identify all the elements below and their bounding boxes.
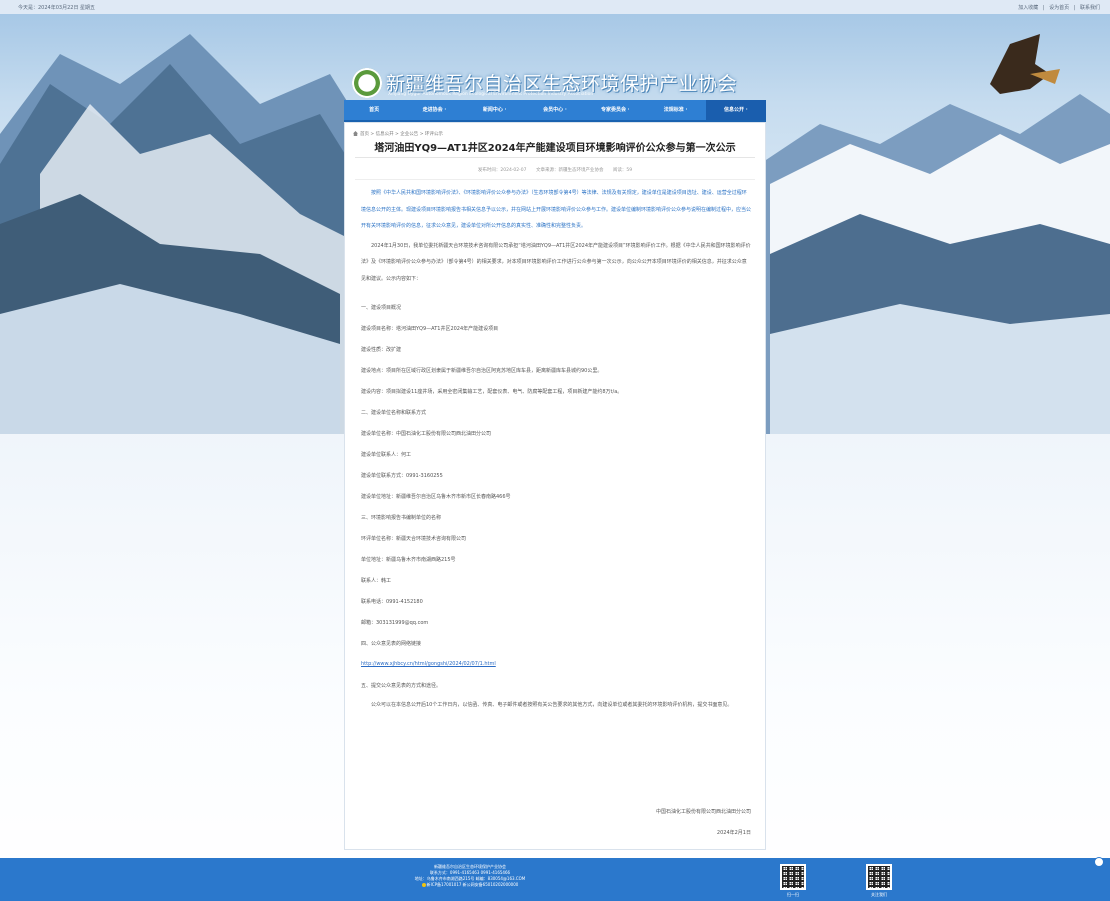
eagle-image <box>990 34 1060 94</box>
today-date: 今天是：2024年03月22日 星期五 <box>18 5 96 11</box>
site-footer: 新疆维吾尔自治区生态环境保护产业协会 联系方式：0991-4165463 099… <box>0 858 1110 901</box>
bookmark-link[interactable]: 加入收藏 <box>1018 5 1038 11</box>
contact-link[interactable]: 联系我们 <box>1080 5 1100 11</box>
separator: | <box>1073 5 1076 11</box>
site-subtitle: Xinjiang Uygur Autonomous Region Ecologi… <box>388 92 594 97</box>
paragraph: 公众可以在本信息公开后10个工作日内，以信函、传真、电子邮件或者按照有关公告要求… <box>371 702 733 708</box>
association-emblem-icon <box>352 68 382 98</box>
qr-label: 关注我们 <box>871 892 887 897</box>
text-line: 建设单位联系人：何工 <box>361 452 412 458</box>
qr-label: 扫一扫 <box>787 892 799 897</box>
float-service-icon[interactable] <box>1094 857 1104 867</box>
nav-news[interactable]: 新闻中心 · <box>465 100 525 120</box>
nav-home[interactable]: 首页 <box>344 100 404 120</box>
signature-date: 2024年2月1日 <box>716 830 751 836</box>
text-line: 建设性质：改扩建 <box>361 347 402 353</box>
nav-regulations[interactable]: 法规标准 · <box>645 100 705 120</box>
qr-code-icon <box>780 864 806 890</box>
section-heading: 五、提交公众意见表的方式和途径。 <box>361 683 442 689</box>
footer-info: 新疆维吾尔自治区生态环境保护产业协会 联系方式：0991-4165463 099… <box>380 864 560 888</box>
set-homepage-link[interactable]: 设为首页 <box>1049 5 1069 11</box>
qr-code-icon <box>866 864 892 890</box>
text-line: 建设单位联系方式：0991-3160255 <box>361 473 443 479</box>
text-line: 建设项目名称：塔河油田YQ9—AT1井区2024年产能建设项目 <box>361 326 499 332</box>
nav-info-disclosure[interactable]: 信息公开 · <box>705 100 766 120</box>
section-heading: 三、环境影响报告书编制单位的名称 <box>361 515 442 521</box>
signature-org: 中国石油化工股份有限公司西北油田分公司 <box>655 809 751 815</box>
text-line: 建设单位地址：新疆维吾尔自治区乌鲁木齐市新市区长春南路466号 <box>361 494 511 500</box>
main-nav: 首页 走进协会 · 新闻中心 · 会员中心 · 专家委员会 · 法规标准 · 信… <box>344 100 766 122</box>
article-lines: 一、建设项目概况 建设项目名称：塔河油田YQ9—AT1井区2024年产能建设项目… <box>361 123 751 851</box>
top-bar: 今天是：2024年03月22日 星期五 加入收藏 | 设为首页 | 联系我们 <box>0 0 1110 15</box>
text-line: 邮箱：303131999@qq.com <box>361 620 429 626</box>
text-line: 建设内容：项目拟建设11座井场，采用全密闭集输工艺，配套仪表、电气、防腐等配套工… <box>361 389 623 395</box>
text-line: 建设地点：项目所在区域行政区划隶属于新疆维吾尔自治区阿克苏地区库车县，距离新疆库… <box>361 368 603 374</box>
section-heading: 一、建设项目概况 <box>361 305 402 311</box>
text-line: 单位地址：新疆乌鲁木齐市南湖西路215号 <box>361 557 456 563</box>
article-card: 首页 > 信息公开 > 企业公告 > 环评公示 塔河油田YQ9—AT1井区202… <box>344 122 766 850</box>
text-line: 联系电话：0991-4152180 <box>361 599 423 605</box>
section-heading: 四、公众意见表的网络链接 <box>361 641 422 647</box>
home-icon[interactable] <box>353 131 358 136</box>
top-links: 加入收藏 | 设为首页 | 联系我们 <box>1015 4 1100 11</box>
nav-about[interactable]: 走进协会 · <box>404 100 464 120</box>
section-heading: 二、建设单位名称和联系方式 <box>361 410 427 416</box>
text-line: 环评单位名称：新疆天合环境技术咨询有限公司 <box>361 536 467 542</box>
text-line: 联系人：韩工 <box>361 578 392 584</box>
nav-members[interactable]: 会员中心 · <box>525 100 585 120</box>
police-badge-icon <box>421 883 426 887</box>
text-line: 建设单位名称：中国石油化工股份有限公司西北油田分公司 <box>361 431 492 437</box>
separator: | <box>1042 5 1045 11</box>
footer-line: 新ICP备17001017 新公网安备65010202000000 <box>380 882 560 888</box>
public-opinion-form-link[interactable]: http://www.xjhbcy.cn/html/gongshi/2024/0… <box>361 661 496 667</box>
nav-experts[interactable]: 专家委员会 · <box>585 100 645 120</box>
icp-text[interactable]: 新ICP备17001017 新公网安备65010202000000 <box>427 882 519 887</box>
